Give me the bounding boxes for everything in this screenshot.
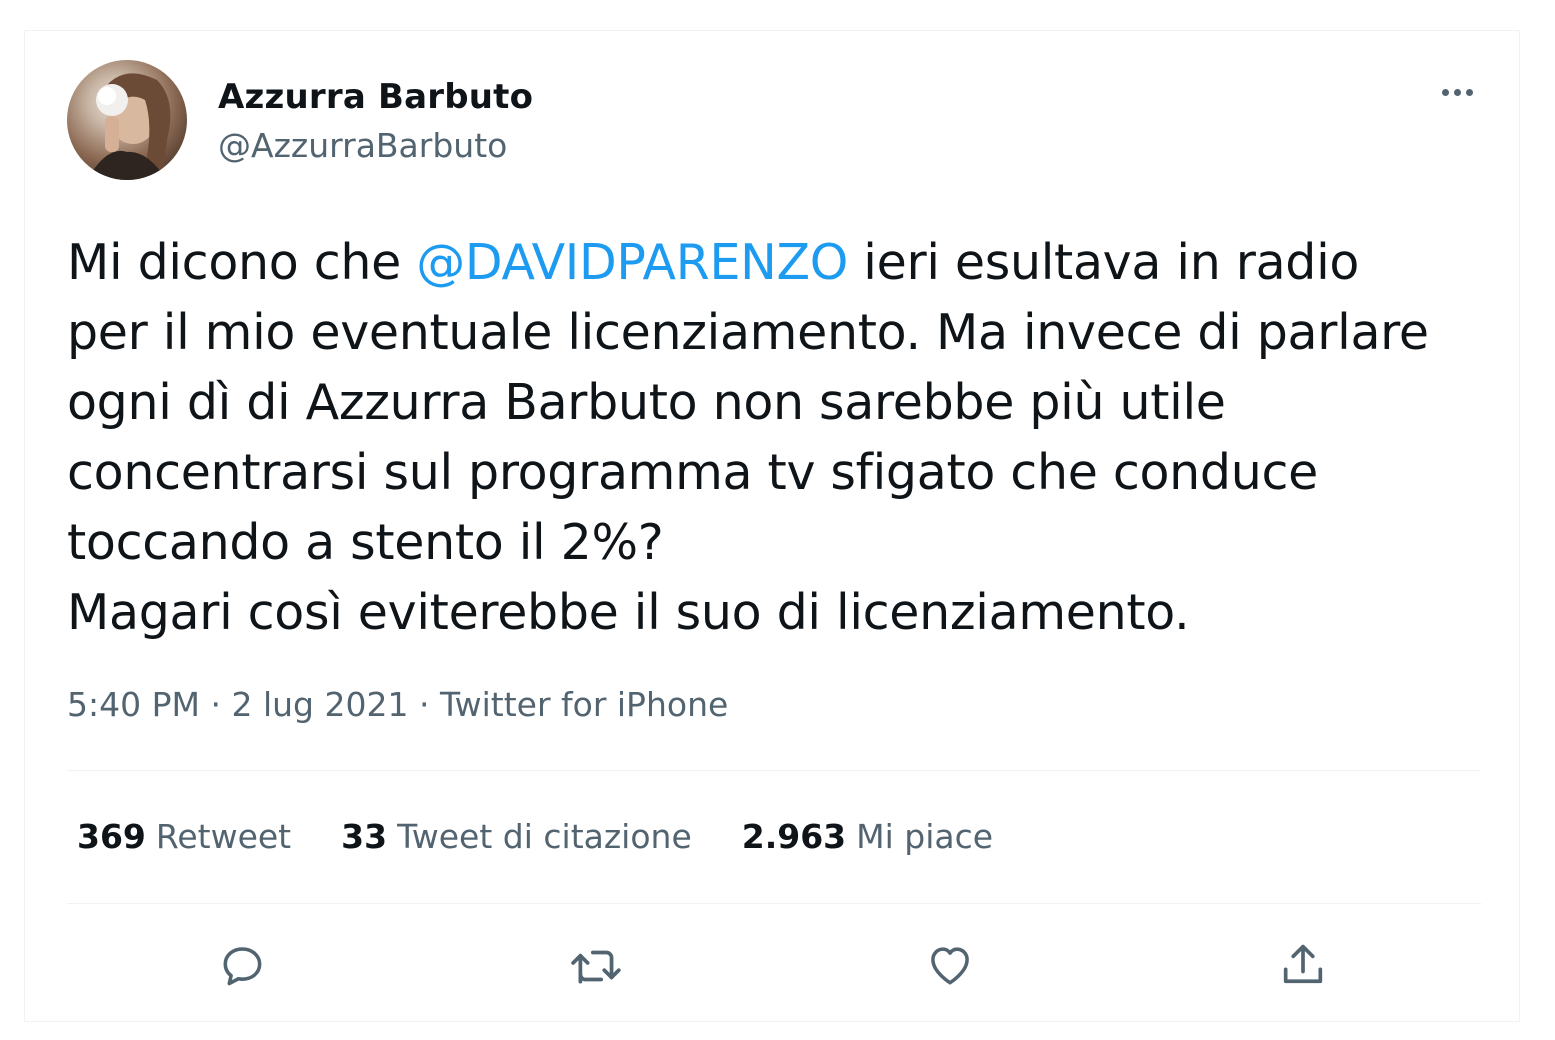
retweet-count-label: Retweet — [155, 817, 292, 856]
share-icon — [1283, 944, 1323, 984]
tweet-stats: 369 Retweet 33 Tweet di citazione 2.963 Mi … — [77, 817, 993, 856]
more-dot-icon — [1441, 88, 1449, 96]
like-count[interactable]: 2.963 Mi piace — [742, 817, 993, 856]
tweet-text: Mi dicono che @DAVIDPARENZO ieri esultav… — [67, 228, 1497, 648]
avatar[interactable] — [67, 60, 187, 180]
like-button[interactable] — [922, 937, 978, 993]
like-count-label: Mi piace — [856, 817, 994, 856]
more-dot-icon — [1465, 88, 1473, 96]
tweet-text-body: ieri esultava in radio per il mio eventu… — [67, 234, 1429, 641]
tweet-time[interactable]: 5:40 PM — [67, 685, 200, 724]
reply-icon — [223, 947, 262, 986]
tweet-date[interactable]: 2 lug 2021 — [231, 685, 408, 724]
divider — [67, 903, 1481, 904]
meta-separator: · — [199, 685, 232, 724]
like-count-value: 2.963 — [741, 817, 847, 856]
tweet-text-intro: Mi dicono che — [67, 234, 417, 291]
tweet-metadata: 5:40 PM · 2 lug 2021 · Twitter for iPhon… — [67, 685, 728, 724]
action-bar — [67, 931, 1481, 997]
retweet-button[interactable] — [569, 937, 625, 993]
retweet-count[interactable]: 369 Retweet — [77, 817, 291, 856]
retweet-icon — [571, 950, 621, 984]
avatar-photo-icon — [87, 73, 171, 180]
quote-count-label: Tweet di citazione — [397, 817, 692, 856]
mention-link[interactable]: @DAVIDPARENZO — [416, 234, 848, 291]
quote-count[interactable]: 33 Tweet di citazione — [341, 817, 692, 856]
more-dot-icon — [1453, 88, 1461, 96]
tweet-source[interactable]: Twitter for iPhone — [440, 685, 728, 724]
share-button[interactable] — [1275, 937, 1331, 993]
more-options-button[interactable] — [1429, 77, 1485, 107]
divider — [67, 770, 1481, 771]
author-display-name[interactable]: Azzurra Barbuto — [218, 77, 533, 117]
heart-icon — [931, 947, 969, 985]
reply-button[interactable] — [215, 937, 271, 993]
meta-separator: · — [408, 685, 440, 724]
quote-count-value: 33 — [341, 817, 388, 856]
tweet-card: Azzurra Barbuto @AzzurraBarbuto Mi dicon… — [24, 30, 1520, 1022]
retweet-count-value: 369 — [77, 817, 146, 856]
author-handle[interactable]: @AzzurraBarbuto — [218, 126, 507, 165]
